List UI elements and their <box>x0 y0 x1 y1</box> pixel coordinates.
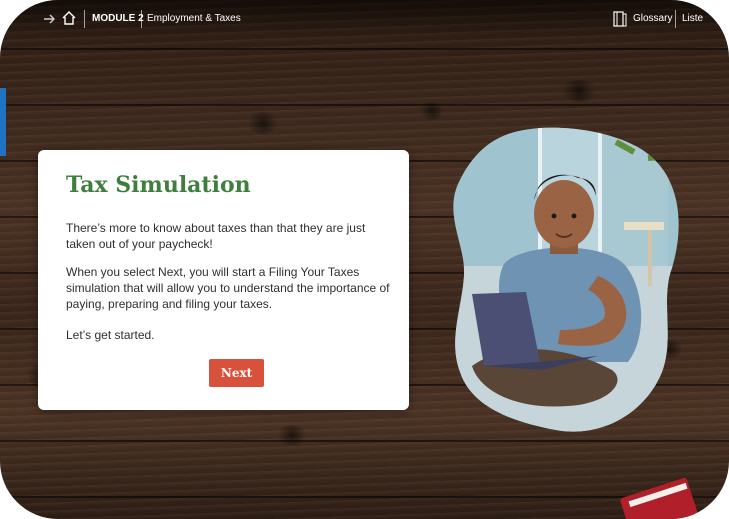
header-divider <box>141 10 142 28</box>
wood-knot <box>558 80 600 102</box>
card-title: Tax Simulation <box>66 172 251 198</box>
book-decoration <box>619 477 699 519</box>
card-paragraph: When you select Next, you will start a F… <box>66 265 390 311</box>
home-icon[interactable] <box>61 10 77 29</box>
header-divider <box>84 10 85 28</box>
card-paragraph: There’s more to know about taxes than th… <box>66 221 366 251</box>
glossary-link[interactable]: Glossary <box>633 13 672 24</box>
wood-knot <box>245 112 281 134</box>
next-button[interactable]: Next <box>209 359 264 387</box>
module-title: Employment & Taxes <box>147 13 241 24</box>
card-paragraph: Let’s get started. <box>66 328 155 342</box>
person-with-laptop-illustration <box>453 127 679 432</box>
wood-knot <box>418 102 446 120</box>
module-label: MODULE 2 <box>92 13 144 24</box>
header-divider <box>675 10 676 28</box>
back-arrow-icon[interactable] <box>42 12 56 29</box>
app-frame: MODULE 2 Employment & Taxes Glossary Lis… <box>0 0 729 519</box>
side-accent-bar <box>0 88 6 156</box>
wood-knot <box>275 425 309 445</box>
glossary-book-icon[interactable] <box>613 11 627 30</box>
listen-link[interactable]: Liste <box>682 13 703 24</box>
top-navigation-bar: MODULE 2 Employment & Taxes Glossary Lis… <box>0 0 729 40</box>
content-card: Tax Simulation There’s more to know abou… <box>38 150 409 410</box>
